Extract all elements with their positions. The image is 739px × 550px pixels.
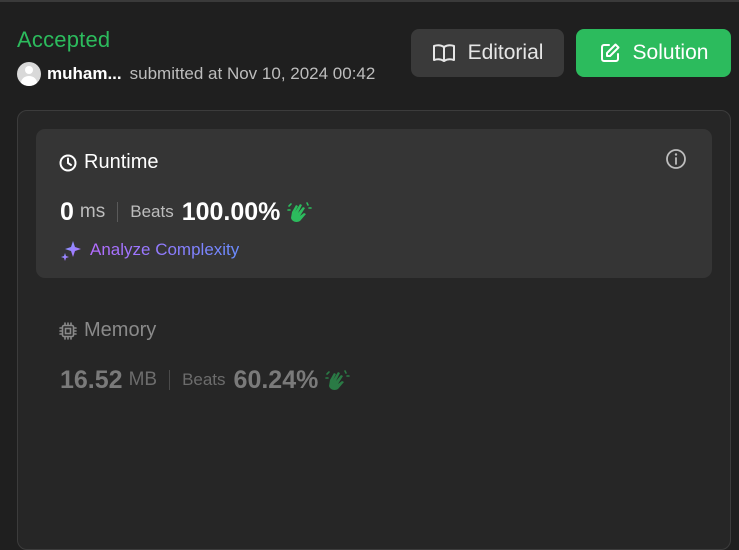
analyze-complexity-label: Analyze Complexity xyxy=(90,240,240,259)
memory-beats-percentage: 60.24% xyxy=(233,365,319,394)
editorial-label: Editorial xyxy=(467,41,544,64)
memory-value: 16.52 xyxy=(60,365,123,394)
chip-icon xyxy=(59,321,77,340)
runtime-value: 0 xyxy=(60,197,74,226)
info-icon[interactable] xyxy=(665,148,687,175)
runtime-title-label: Runtime xyxy=(84,151,159,173)
top-divider xyxy=(0,0,739,2)
solution-label: Solution xyxy=(632,41,709,64)
book-icon xyxy=(432,44,455,62)
edit-icon xyxy=(600,43,620,62)
runtime-beats-label: Beats xyxy=(130,202,174,221)
user-avatar-icon[interactable] xyxy=(17,62,41,86)
analyze-complexity-link[interactable]: Analyze Complexity xyxy=(60,238,239,262)
runtime-beats-percentage: 100.00% xyxy=(181,197,281,226)
editorial-button[interactable]: Editorial xyxy=(411,29,564,77)
memory-metric[interactable]: 16.52 MB Beats 60.24% xyxy=(60,363,351,397)
runtime-unit: ms xyxy=(79,201,106,222)
submission-info: muham... submitted at Nov 10, 2024 00:42 xyxy=(17,62,375,86)
memory-unit: MB xyxy=(128,369,158,390)
metric-divider xyxy=(117,202,119,222)
submission-status: Accepted xyxy=(17,27,111,52)
clap-icon xyxy=(325,370,351,390)
clock-icon xyxy=(59,154,77,171)
clap-icon xyxy=(287,202,313,222)
runtime-metric: 0 ms Beats 100.00% xyxy=(60,195,313,229)
solution-button[interactable]: Solution xyxy=(576,29,731,77)
memory-title: Memory xyxy=(59,319,156,342)
memory-beats-label: Beats xyxy=(182,370,226,389)
sparkle-icon xyxy=(61,241,81,261)
memory-title-label: Memory xyxy=(84,319,157,341)
metric-divider xyxy=(169,370,171,390)
submitted-timestamp: submitted at Nov 10, 2024 00:42 xyxy=(129,64,376,83)
username-link[interactable]: muham... xyxy=(47,64,122,84)
runtime-title: Runtime xyxy=(59,151,158,174)
